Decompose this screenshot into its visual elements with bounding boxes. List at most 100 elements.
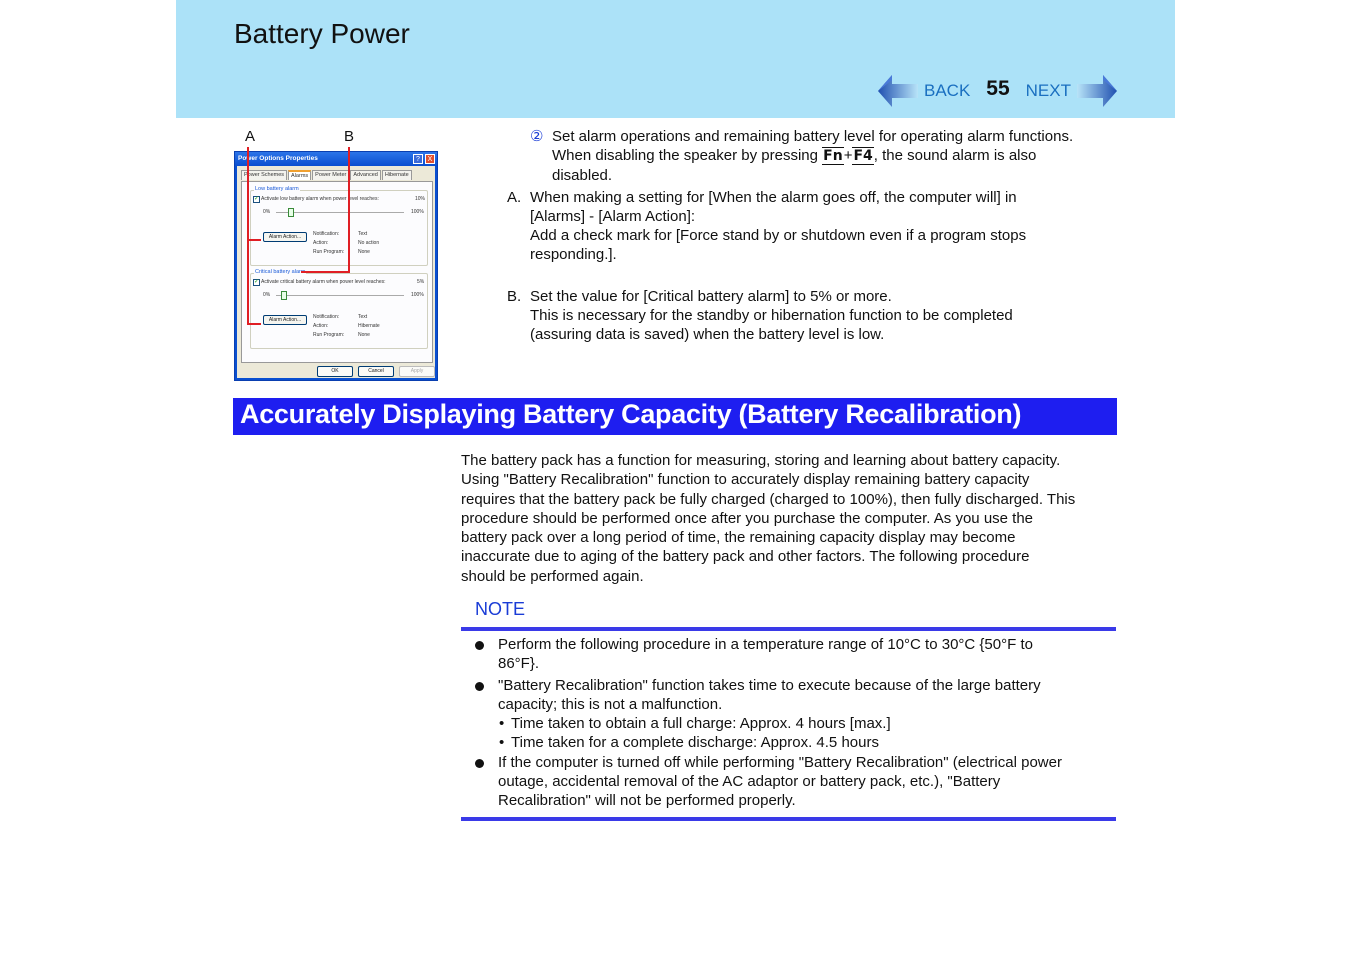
low-battery-alarm-action-button[interactable]: Alarm Action...	[263, 232, 307, 242]
paragraph-line: requires that the battery pack be fully …	[461, 490, 1076, 508]
callout-a-connector-2	[247, 323, 261, 325]
paragraph-line: inaccurate due to aging of the battery p…	[461, 548, 1030, 566]
alarm-settings-figure: A B Power Options Properties ? X Power S…	[234, 126, 438, 382]
low-battery-checkbox[interactable]	[253, 195, 260, 203]
run-program-value: None	[358, 249, 370, 255]
notification-label: Notification:	[313, 231, 340, 237]
low-battery-min: 0%	[263, 209, 271, 215]
note-line: If the computer is turned off while perf…	[498, 753, 1062, 771]
callout-b-line	[348, 147, 350, 273]
low-battery-slider-track[interactable]	[276, 212, 404, 213]
callout-a-line	[247, 147, 249, 324]
action-label: Action:	[313, 240, 329, 246]
note-list: Perform the following procedure in a tem…	[461, 635, 1121, 811]
low-battery-slider-thumb[interactable]	[288, 208, 294, 217]
item-a-label: A.	[507, 189, 522, 206]
critical-battery-group-title: Critical battery alarm	[254, 269, 307, 275]
note-sub-bullet: • Time taken to obtain a full charge: Ap…	[461, 714, 1121, 733]
note-sub-line: Time taken to obtain a full charge: Appr…	[511, 715, 891, 733]
note-line: "Battery Recalibration" function takes t…	[498, 676, 1041, 694]
step-2: ② Set alarm operations and remaining batt…	[530, 127, 1120, 185]
page-title: Battery Power	[234, 18, 410, 49]
item-b-label: B.	[507, 288, 522, 305]
item-a-line: [Alarms] - [Alarm Action]:	[530, 208, 696, 225]
item-b-line: This is necessary for the standby or hib…	[530, 307, 1013, 324]
callout-a: A	[245, 128, 256, 145]
note-top-rule	[461, 627, 1116, 631]
critical-battery-min: 0%	[263, 292, 271, 298]
dialog-tabs: Power Schemes Alarms Power Meter Advance…	[241, 170, 413, 180]
item-a: A. When making a setting for [When the a…	[507, 188, 1117, 264]
critical-battery-checkbox[interactable]	[253, 278, 260, 286]
note-line: Recalibration" will not be performed pro…	[498, 792, 796, 810]
back-button[interactable]: BACK	[924, 81, 970, 101]
note-title: NOTE	[475, 599, 526, 619]
critical-battery-slider-thumb[interactable]	[281, 291, 287, 300]
next-button[interactable]: NEXT	[1026, 81, 1071, 101]
paragraph-line: procedure should be performed once after…	[461, 509, 1034, 527]
page-number: 55	[986, 77, 1010, 100]
dialog-title: Power Options Properties	[235, 152, 437, 166]
notification-value: Text	[358, 231, 368, 237]
close-icon[interactable]: X	[425, 154, 435, 164]
tab-alarms[interactable]: Alarms	[288, 170, 312, 180]
note-line: Perform the following procedure in a tem…	[498, 636, 1033, 653]
notification-value: Text	[358, 314, 368, 320]
bullet-icon	[475, 641, 484, 650]
note-sub-bullet: • Time taken for a complete discharge: A…	[461, 733, 1121, 752]
item-a-line: responding.].	[530, 246, 617, 263]
help-icon[interactable]: ?	[413, 154, 423, 164]
section-heading: Accurately Displaying Battery Capacity (…	[240, 399, 1022, 429]
intro-paragraph: The battery pack has a function for meas…	[461, 451, 1121, 586]
sub-bullet-icon: •	[499, 715, 505, 733]
step-2-line-2: When disabling the speaker by pressing	[552, 147, 823, 164]
note-line: outage, accidental removal of the AC ada…	[498, 773, 1001, 791]
run-program-value: None	[358, 332, 370, 338]
bullet-icon	[475, 681, 484, 691]
item-b: B. Set the value for [Critical battery a…	[507, 287, 1117, 344]
back-arrow-icon[interactable]	[878, 72, 918, 110]
next-arrow-icon[interactable]	[1077, 72, 1117, 110]
bullet-icon	[475, 758, 484, 768]
page-header: Battery Power BACK 55 NEXT	[176, 0, 1175, 118]
tab-power-meter[interactable]: Power Meter	[312, 170, 350, 180]
note-bullet: "Battery Recalibration" function takes t…	[461, 676, 1121, 715]
critical-battery-checkbox-label: Activate critical battery alarm when pow…	[261, 279, 386, 285]
page-navigation: BACK 55 NEXT	[878, 72, 1117, 110]
fn-key-icon: Fn	[822, 147, 844, 165]
callout-b-connector	[301, 271, 350, 273]
apply-button[interactable]: Apply	[399, 366, 435, 377]
paragraph-line: battery pack over a long period of time,…	[461, 529, 1016, 547]
section-heading-bar: Accurately Displaying Battery Capacity (…	[233, 398, 1117, 435]
critical-battery-value: 5%	[417, 279, 425, 285]
low-battery-max: 100%	[411, 209, 424, 215]
low-battery-checkbox-label: Activate low battery alarm when power le…	[261, 196, 379, 202]
run-program-label: Run Program:	[313, 249, 345, 255]
action-label: Action:	[313, 323, 329, 329]
critical-battery-max: 100%	[411, 292, 424, 298]
critical-battery-slider-track[interactable]	[276, 295, 404, 296]
tab-advanced[interactable]: Advanced	[350, 170, 381, 180]
f4-key-icon: F4	[852, 147, 874, 165]
step-number-icon: ②	[530, 128, 544, 145]
step-2-line-3: disabled.	[552, 167, 613, 184]
item-b-line: (assuring data is saved) when the batter…	[530, 326, 885, 343]
step-2-line-1: Set alarm operations and remaining batte…	[552, 128, 1074, 145]
paragraph-line: The battery pack has a function for meas…	[461, 452, 1061, 469]
note-line: 86°F}.	[498, 655, 540, 673]
tab-hibernate[interactable]: Hibernate	[381, 170, 412, 180]
note-sub-line: Time taken for a complete discharge: App…	[511, 734, 879, 752]
low-battery-group-title: Low battery alarm	[254, 186, 300, 192]
paragraph-line: should be performed again.	[461, 567, 644, 585]
item-b-line: Set the value for [Critical battery alar…	[530, 288, 892, 305]
note-bullet: Perform the following procedure in a tem…	[461, 635, 1121, 674]
low-battery-group: Low battery alarm Activate low battery a…	[250, 186, 428, 266]
critical-battery-group: Critical battery alarm Activate critical…	[250, 269, 428, 349]
item-a-line: Add a check mark for [Force stand by or …	[530, 227, 1027, 244]
action-value: Hibernate	[358, 323, 380, 329]
cancel-button[interactable]: Cancel	[358, 366, 394, 377]
item-a-line: When making a setting for [When the alar…	[530, 189, 1017, 206]
critical-battery-alarm-action-button[interactable]: Alarm Action...	[263, 315, 307, 325]
ok-button[interactable]: OK	[317, 366, 353, 377]
power-options-dialog: Power Options Properties ? X Power Schem…	[234, 151, 438, 381]
